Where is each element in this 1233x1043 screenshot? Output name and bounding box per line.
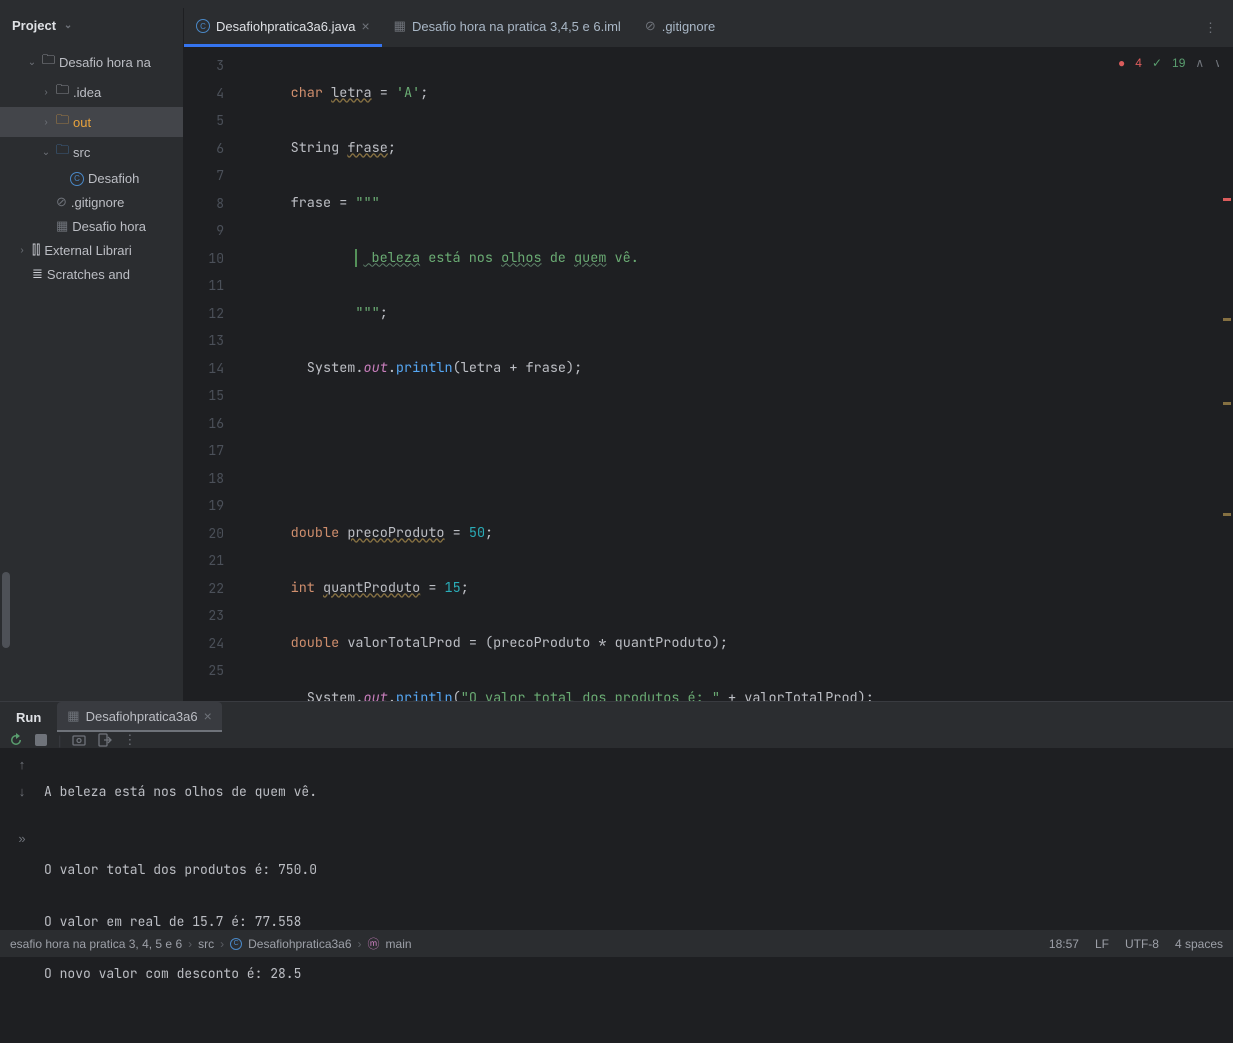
run-toolbar: | ⋮ [0, 732, 1233, 749]
run-tab-label: Desafiohpratica3a6 [86, 709, 198, 724]
editor-tabs: C Desafiohpratica3a6.java × ▦ Desafio ho… [184, 8, 1233, 48]
file-icon: ▦ [394, 18, 406, 34]
gitignore-icon: ⊘ [645, 18, 656, 34]
project-tree[interactable]: ⌄ 🗀 Desafio hora na › 🗀 .idea › 🗀 out ⌄ … [0, 43, 183, 701]
error-stripe[interactable] [1219, 48, 1233, 701]
tab-iml[interactable]: ▦ Desafio hora na pratica 3,4,5 e 6.iml [382, 8, 633, 47]
tab-java[interactable]: C Desafiohpratica3a6.java × [184, 8, 382, 47]
run-tabs: Run ▦ Desafiohpratica3a6 × [0, 702, 1233, 732]
tree-item-out[interactable]: › 🗀 out [0, 107, 183, 137]
output-line: O novo valor com desconto é: 28.5 [44, 961, 1233, 987]
tree-item-java-file[interactable]: C Desafioh [0, 167, 183, 190]
chevron-right-icon: › [358, 937, 362, 951]
file-icon: ▦ [56, 218, 68, 234]
tree-label: Scratches and [47, 267, 130, 282]
tabs-more-icon[interactable]: ⋮ [1196, 20, 1225, 36]
breadcrumb-item[interactable]: main [386, 937, 412, 951]
folder-icon: 🗀 [56, 111, 69, 133]
tab-label: .gitignore [662, 19, 715, 34]
folder-icon: 🗀 [42, 51, 55, 73]
down-icon[interactable]: ↓ [19, 784, 26, 799]
folder-icon: 🗀 [56, 141, 69, 163]
folder-icon: 🗀 [56, 81, 69, 103]
status-line-sep[interactable]: LF [1095, 937, 1109, 951]
up-icon[interactable]: ↑ [19, 757, 26, 772]
tree-label: External Librari [44, 243, 131, 258]
tree-item-gitignore[interactable]: ⊘ .gitignore [0, 190, 183, 214]
project-panel-header[interactable]: Project ⌄ [0, 8, 183, 43]
application-icon: ▦ [67, 708, 79, 724]
output-line: A beleza está nos olhos de quem vê. [44, 779, 1233, 805]
warning-marker[interactable] [1223, 402, 1231, 405]
java-class-icon: C [196, 19, 210, 33]
chevron-right-icon[interactable]: › [16, 245, 28, 256]
chevron-down-icon[interactable]: ⌄ [26, 57, 38, 68]
chevron-down-icon[interactable]: ⌄ [40, 147, 52, 158]
chevron-right-icon: › [188, 937, 192, 951]
tree-label: Desafio hora [72, 219, 146, 234]
breadcrumb[interactable]: esafio hora na pratica 3, 4, 5 e 6 › src… [10, 935, 1049, 952]
run-panel-title[interactable]: Run [8, 710, 49, 725]
tree-label: Desafio hora na [59, 55, 151, 70]
chevron-right-icon: › [220, 937, 224, 951]
tree-scratches[interactable]: ≣ Scratches and [0, 262, 183, 286]
tab-label: Desafiohpratica3a6.java [216, 19, 355, 34]
tree-external-libraries[interactable]: › ⫿⫿ External Librari [0, 238, 183, 262]
more-icon[interactable]: ⋮ [123, 732, 136, 748]
close-icon[interactable]: × [361, 18, 369, 34]
scratches-icon: ≣ [32, 266, 43, 282]
library-icon: ⫿⫿ [32, 242, 40, 258]
error-marker[interactable] [1223, 198, 1231, 201]
tree-item-iml[interactable]: ▦ Desafio hora [0, 214, 183, 238]
breadcrumb-item[interactable]: esafio hora na pratica 3, 4, 5 e 6 [10, 937, 182, 951]
warning-marker[interactable] [1223, 318, 1231, 321]
java-class-icon: C [230, 938, 242, 950]
gitignore-icon: ⊘ [56, 194, 67, 210]
stop-icon[interactable] [34, 733, 48, 747]
tree-label: out [73, 115, 91, 130]
rerun-icon[interactable] [8, 732, 24, 748]
tree-label: .idea [73, 85, 101, 100]
method-icon: ⓜ [368, 935, 380, 952]
exit-icon[interactable] [97, 732, 113, 748]
breadcrumb-item[interactable]: Desafiohpratica3a6 [248, 937, 351, 951]
title-bar [0, 0, 1233, 8]
status-right: 18:57 LF UTF-8 4 spaces [1049, 937, 1223, 951]
run-config-tab[interactable]: ▦ Desafiohpratica3a6 × [57, 702, 222, 732]
status-encoding[interactable]: UTF-8 [1125, 937, 1159, 951]
run-body: ↑ ↓ » A beleza está nos olhos de quem vê… [0, 749, 1233, 1043]
console-output[interactable]: A beleza está nos olhos de quem vê. O va… [44, 749, 1233, 1043]
tree-label: src [73, 145, 90, 160]
editor-area: C Desafiohpratica3a6.java × ▦ Desafio ho… [184, 8, 1233, 701]
screenshot-icon[interactable] [71, 732, 87, 748]
line-gutter[interactable]: 345678910111213141516171819202122232425 [184, 48, 238, 701]
tab-label: Desafio hora na pratica 3,4,5 e 6.iml [412, 19, 621, 34]
tree-item-idea[interactable]: › 🗀 .idea [0, 77, 183, 107]
code-area[interactable]: char letra = 'A'; String frase; frase = … [238, 48, 1219, 701]
warning-marker[interactable] [1223, 513, 1231, 516]
main-area: Project ⌄ ⌄ 🗀 Desafio hora na › 🗀 .idea … [0, 8, 1233, 701]
tree-item-src[interactable]: ⌄ 🗀 src [0, 137, 183, 167]
sidebar-scrollbar[interactable] [2, 572, 10, 648]
chevron-right-icon[interactable]: › [40, 117, 52, 128]
tree-label: Desafioh [88, 171, 139, 186]
project-panel-title: Project [12, 18, 56, 33]
tree-root[interactable]: ⌄ 🗀 Desafio hora na [0, 47, 183, 77]
project-sidebar: Project ⌄ ⌄ 🗀 Desafio hora na › 🗀 .idea … [0, 8, 184, 701]
wrap-icon[interactable]: » [18, 831, 25, 846]
status-indent[interactable]: 4 spaces [1175, 937, 1223, 951]
output-line: O valor total dos produtos é: 750.0 [44, 857, 1233, 883]
status-position[interactable]: 18:57 [1049, 937, 1079, 951]
editor-body[interactable]: ● 4 ✓ 19 ∧ ∨ 345678910111213141516171819… [184, 48, 1233, 701]
run-side-toolbar: ↑ ↓ » [0, 749, 44, 1043]
chevron-right-icon[interactable]: › [40, 87, 52, 98]
status-bar: esafio hora na pratica 3, 4, 5 e 6 › src… [0, 929, 1233, 957]
run-panel: Run ▦ Desafiohpratica3a6 × | ⋮ ↑ ↓ » A b… [0, 701, 1233, 929]
java-class-icon: C [70, 172, 84, 186]
chevron-down-icon: ⌄ [62, 20, 74, 31]
tab-gitignore[interactable]: ⊘ .gitignore [633, 8, 727, 47]
close-icon[interactable]: × [204, 708, 212, 724]
tree-label: .gitignore [71, 195, 124, 210]
breadcrumb-item[interactable]: src [198, 937, 214, 951]
